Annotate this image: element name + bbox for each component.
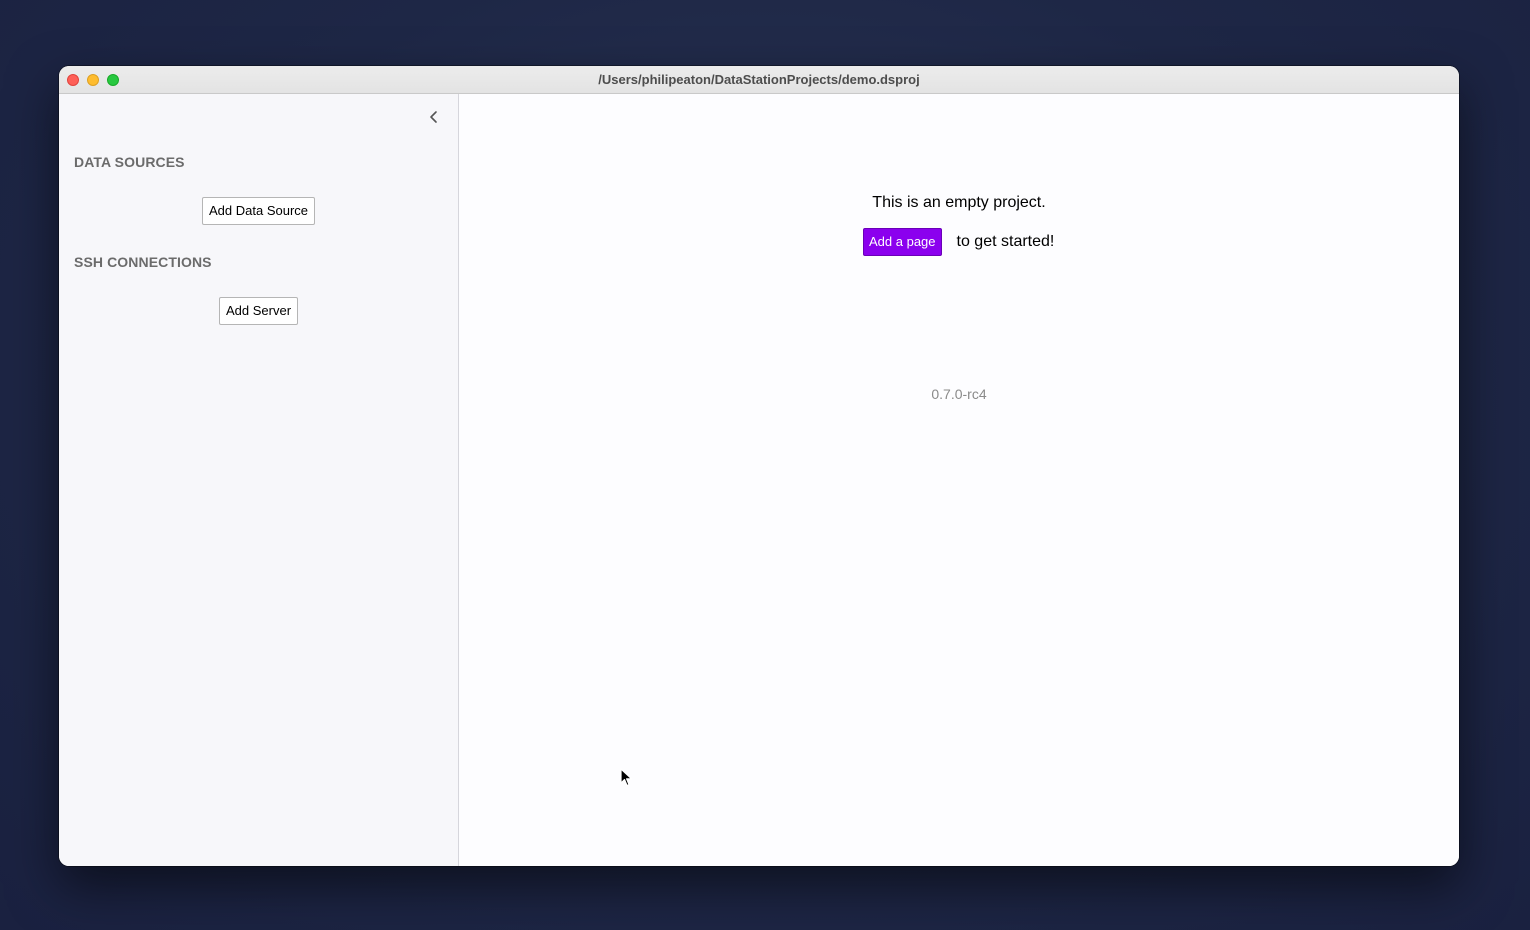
ssh-connections-heading: SSH CONNECTIONS xyxy=(74,254,212,270)
get-started-text: to get started! xyxy=(956,233,1055,250)
version-label: 0.7.0-rc4 xyxy=(931,386,987,402)
add-server-button[interactable]: Add Server xyxy=(219,297,299,325)
window-title: /Users/philipeaton/DataStationProjects/d… xyxy=(598,72,920,87)
collapse-sidebar-button[interactable] xyxy=(425,108,443,126)
empty-project-message: This is an empty project. xyxy=(872,194,1046,211)
get-started-row: Add a page to get started! xyxy=(863,228,1054,256)
title-bar[interactable]: /Users/philipeaton/DataStationProjects/d… xyxy=(59,66,1459,94)
app-window: /Users/philipeaton/DataStationProjects/d… xyxy=(59,66,1459,866)
mouse-pointer-icon xyxy=(620,768,633,787)
chevron-left-icon xyxy=(430,111,437,123)
add-data-source-button[interactable]: Add Data Source xyxy=(202,197,316,225)
sidebar: DATA SOURCES Add Data Source SSH CONNECT… xyxy=(59,94,459,866)
data-sources-heading: DATA SOURCES xyxy=(74,154,185,170)
main-panel: This is an empty project. Add a page to … xyxy=(459,94,1459,866)
add-page-button[interactable]: Add a page xyxy=(863,228,942,256)
